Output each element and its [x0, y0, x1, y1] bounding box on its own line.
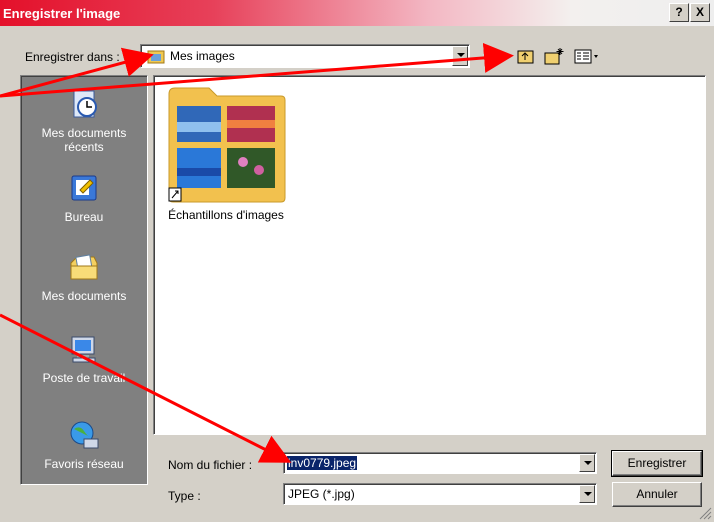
annotation-arrow	[0, 313, 292, 463]
save-image-dialog: Enregistrer l'image ? X Enregistrer dans…	[0, 0, 714, 522]
annotation-arrows	[0, 42, 514, 463]
